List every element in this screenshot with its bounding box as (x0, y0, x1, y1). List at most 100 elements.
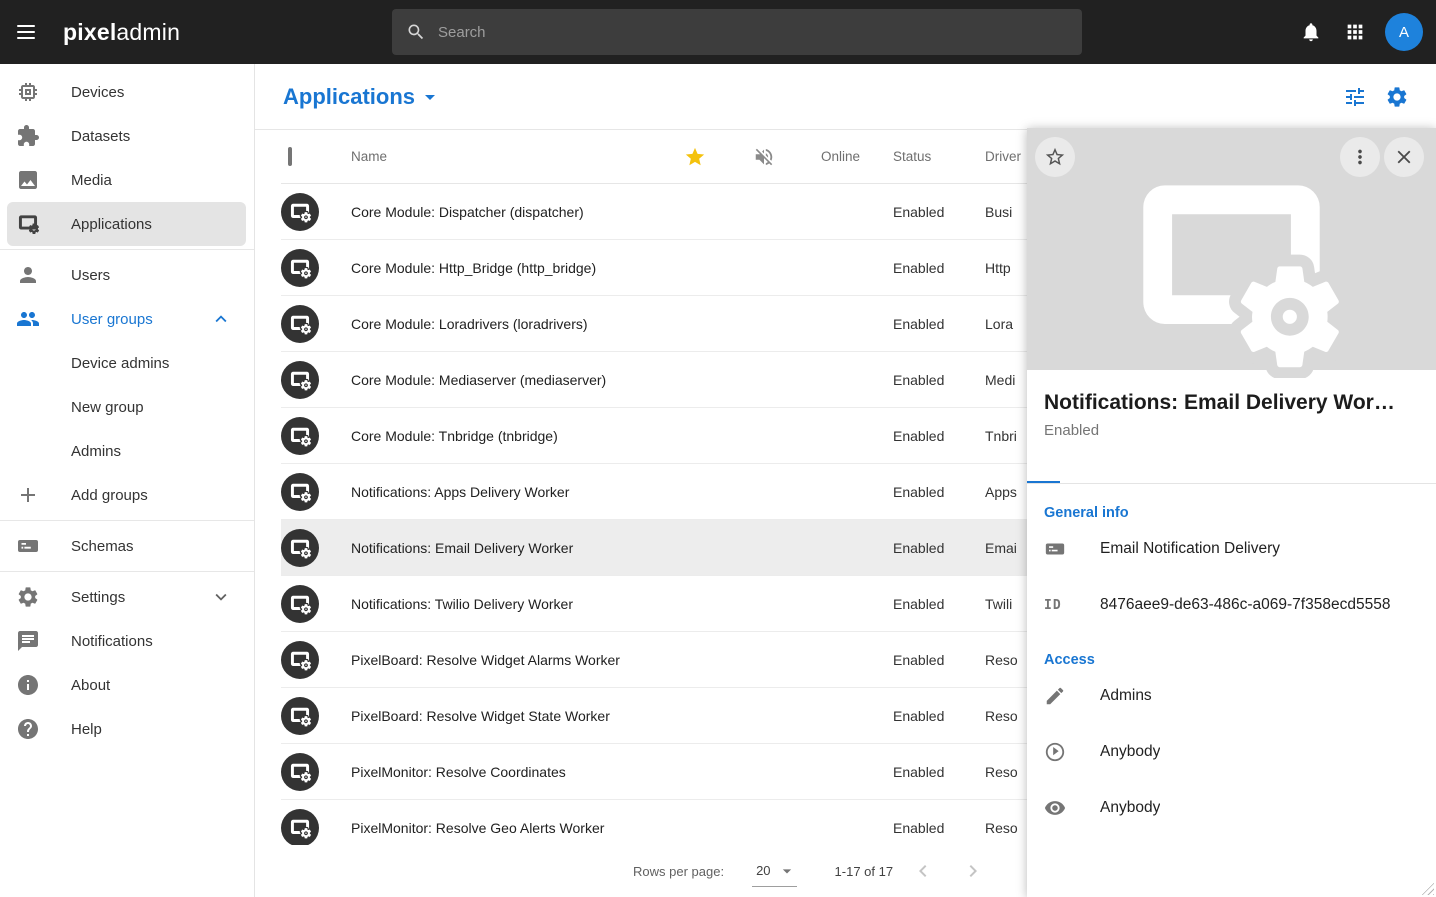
table-settings-gear-icon[interactable] (1376, 76, 1418, 118)
sidebar-item-about[interactable]: About (7, 663, 246, 707)
application-icon (281, 697, 319, 735)
sidebar-item-label: User groups (71, 311, 153, 328)
sidebar-divider (0, 571, 254, 572)
app-logo: pixeladmin (63, 19, 180, 46)
notifications-bell-icon[interactable] (1289, 10, 1333, 54)
application-name: Core Module: Dispatcher (dispatcher) (343, 204, 663, 220)
volume-off-icon (753, 146, 775, 168)
application-status: Enabled (889, 820, 981, 836)
detail-tab[interactable] (1126, 458, 1159, 483)
application-icon (281, 361, 319, 399)
global-search (392, 9, 1082, 55)
sidebar-item-datasets[interactable]: Datasets (7, 114, 246, 158)
sidebar-item-label: Notifications (71, 633, 153, 650)
detail-section: Access Admins Anybody Anybody (1044, 652, 1419, 836)
sidebar-item-settings[interactable]: Settings (7, 575, 246, 619)
next-page-icon[interactable] (953, 851, 993, 891)
application-status: Enabled (889, 372, 981, 388)
application-name: Notifications: Twilio Delivery Worker (343, 596, 663, 612)
previous-page-icon[interactable] (903, 851, 943, 891)
application-icon (281, 809, 319, 847)
appwin-icon (16, 212, 40, 236)
application-icon (281, 417, 319, 455)
favorite-star-button[interactable] (1035, 137, 1075, 177)
application-name: Core Module: Loradrivers (loradrivers) (343, 316, 663, 332)
column-header-name[interactable]: Name (343, 149, 663, 164)
help-icon (16, 717, 40, 741)
sidebar-item-label: Admins (71, 443, 121, 460)
detail-field-value: 8476aee9-de63-486c-a069-7f358ecd5558 (1100, 596, 1390, 614)
rows-per-page-label: Rows per page: (633, 864, 724, 879)
search-input[interactable] (438, 24, 1068, 41)
rows-per-page-select[interactable]: 20 (752, 856, 796, 887)
detail-field-row[interactable]: Admins (1044, 668, 1419, 724)
schema-icon (16, 534, 40, 558)
detail-field-value: Anybody (1100, 743, 1160, 761)
application-glyph-icon (1114, 153, 1349, 378)
sidebar-item-schemas[interactable]: Schemas (7, 524, 246, 568)
select-all-checkbox[interactable] (288, 147, 292, 166)
detail-field-row[interactable]: Email Notification Delivery (1044, 521, 1419, 577)
application-name: Notifications: Apps Delivery Worker (343, 484, 663, 500)
sidebar-item-users[interactable]: Users (7, 253, 246, 297)
sidebar-item-media[interactable]: Media (7, 158, 246, 202)
sidebar-item-label: Datasets (71, 128, 130, 145)
sidebar-item-admins[interactable]: Admins (7, 429, 246, 473)
avatar[interactable]: A (1385, 13, 1423, 51)
application-icon (281, 473, 319, 511)
sidebar-item-devices[interactable]: Devices (7, 70, 246, 114)
gear-icon (16, 585, 40, 609)
sidebar-item-new-group[interactable]: New group (7, 385, 246, 429)
people-icon (16, 307, 40, 331)
sidebar-item-device-admins[interactable]: Device admins (7, 341, 246, 385)
column-header-mute[interactable] (727, 146, 801, 168)
chevdown-icon (210, 586, 232, 608)
sidebar-item-notifications[interactable]: Notifications (7, 619, 246, 663)
close-panel-button[interactable] (1384, 137, 1424, 177)
detail-field-row[interactable]: Anybody (1044, 724, 1419, 780)
more-options-button[interactable] (1340, 137, 1380, 177)
memory-icon (16, 80, 40, 104)
page-title: Applications (283, 84, 415, 110)
column-header-online[interactable]: Online (801, 149, 889, 164)
sidebar-item-label: About (71, 677, 110, 694)
sidebar-item-label: Users (71, 267, 110, 284)
more-vert-icon (1349, 146, 1371, 168)
sidebar-divider (0, 520, 254, 521)
detail-subtitle: Enabled (1027, 415, 1436, 439)
application-status: Enabled (889, 428, 981, 444)
sidebar-item-help[interactable]: Help (7, 707, 246, 751)
detail-body: General info Email Notification Delivery… (1027, 484, 1436, 838)
topbar: pixeladmin A (0, 0, 1436, 64)
hamburger-menu-icon[interactable] (2, 8, 50, 56)
detail-tab[interactable] (1027, 458, 1060, 483)
dropdown-caret-icon (418, 85, 442, 109)
detail-field-row[interactable]: Anybody (1044, 780, 1419, 836)
application-name: Notifications: Email Delivery Worker (343, 540, 663, 556)
filter-columns-icon[interactable] (1334, 76, 1376, 118)
content-toolbar: Applications (255, 64, 1436, 130)
star-border-icon (1044, 146, 1066, 168)
schema-icon (1044, 538, 1070, 560)
sidebar-item-label: Schemas (71, 538, 134, 555)
detail-tab[interactable] (1060, 458, 1093, 483)
search-icon (406, 22, 426, 42)
sidebar-item-label: Settings (71, 589, 125, 606)
detail-field-value: Admins (1100, 687, 1152, 705)
detail-tab[interactable] (1093, 458, 1126, 483)
sidebar-item-label: Media (71, 172, 112, 189)
sidebar-item-applications[interactable]: Applications (7, 202, 246, 246)
sidebar-item-user-groups[interactable]: User groups (7, 297, 246, 341)
application-name: Core Module: Tnbridge (tnbridge) (343, 428, 663, 444)
application-icon (281, 585, 319, 623)
image-icon (16, 168, 40, 192)
detail-tabs (1027, 458, 1436, 484)
page-title-dropdown[interactable]: Applications (283, 84, 442, 110)
sidebar-item-add-groups[interactable]: Add groups (7, 473, 246, 517)
column-header-status[interactable]: Status (889, 149, 981, 164)
column-header-favorite[interactable] (663, 146, 727, 168)
detail-field-row[interactable]: ID 8476aee9-de63-486c-a069-7f358ecd5558 (1044, 577, 1419, 633)
chevup-icon (210, 308, 232, 330)
application-icon (281, 529, 319, 567)
apps-grid-icon[interactable] (1333, 10, 1377, 54)
